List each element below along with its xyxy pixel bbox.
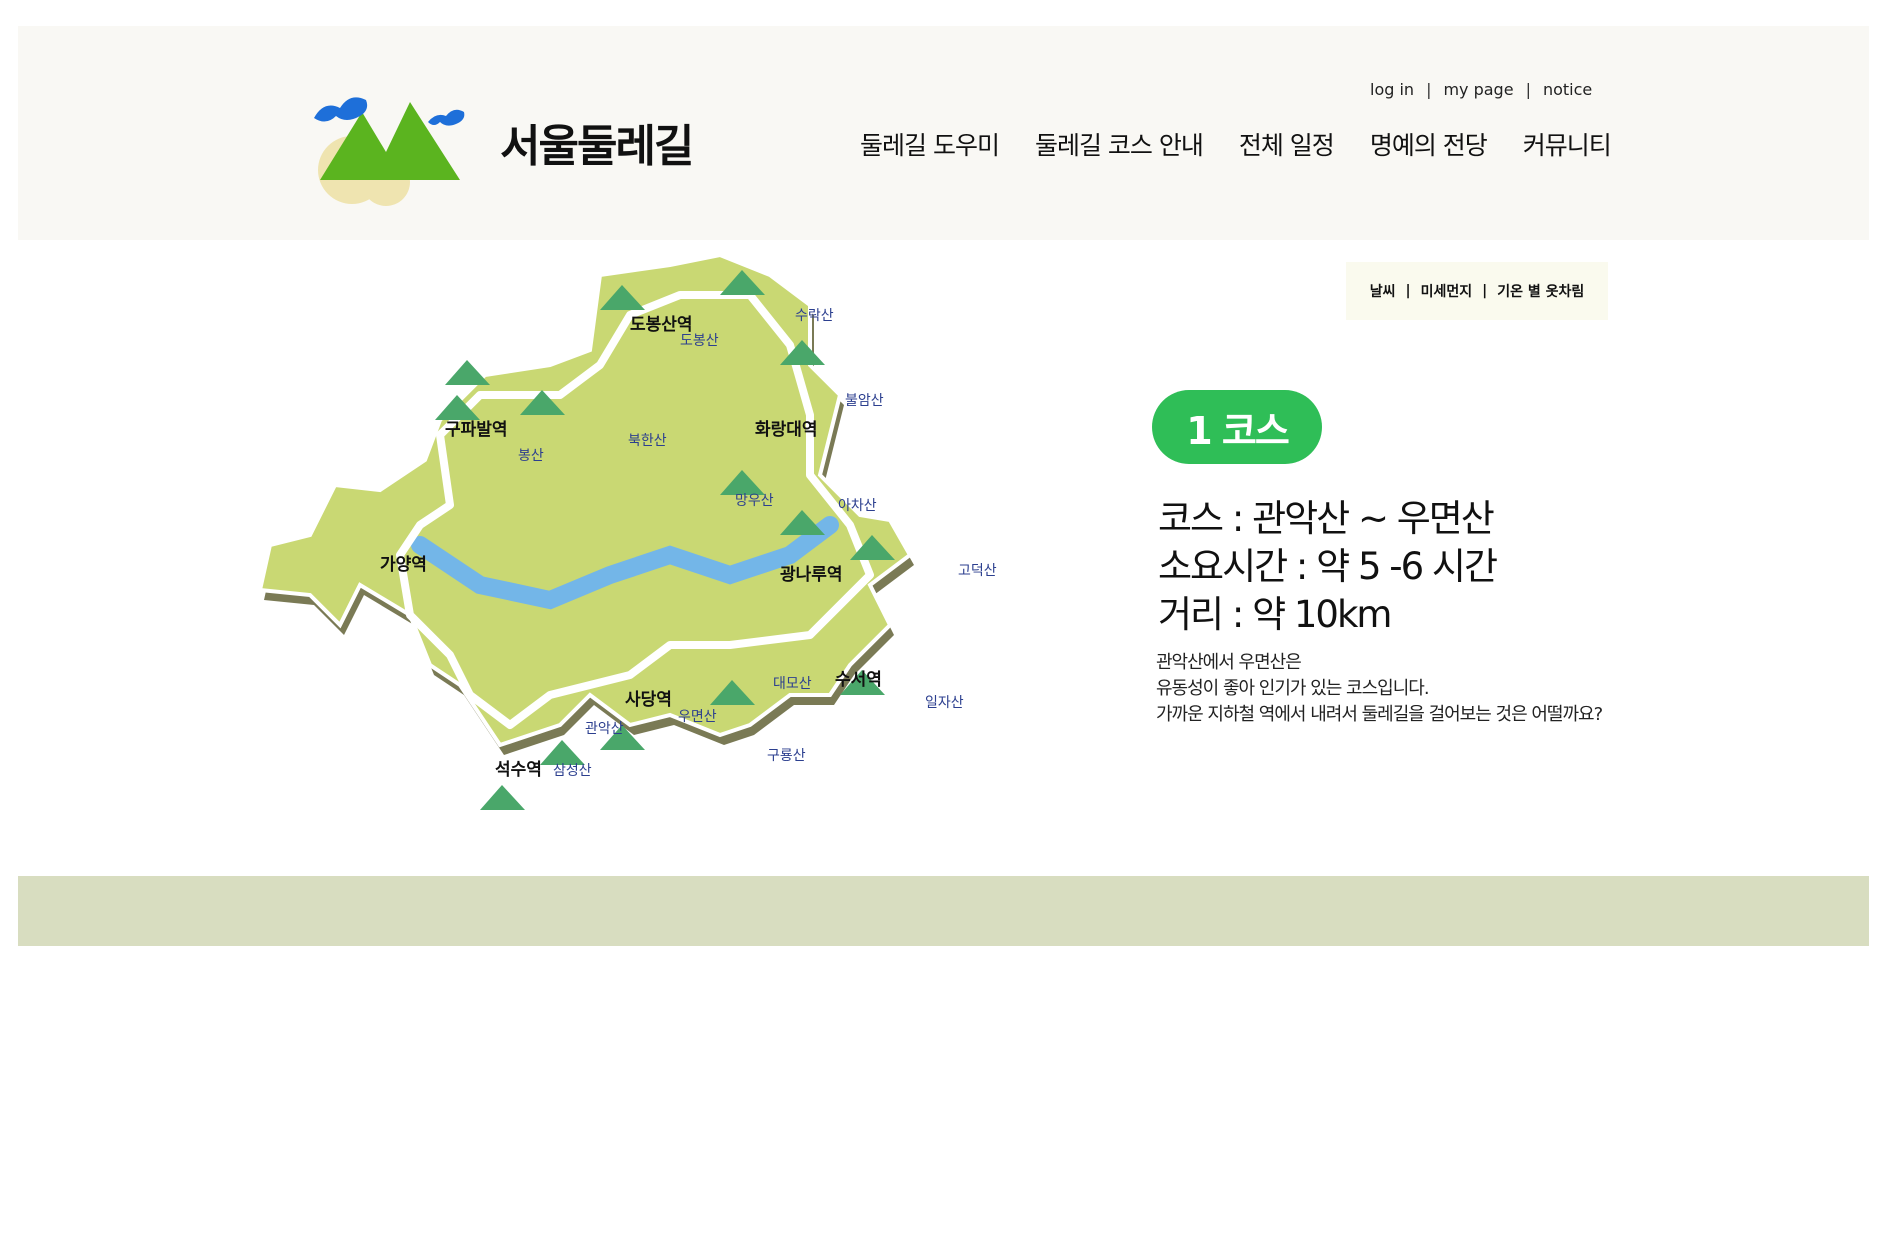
weather-bar: 날씨 | 미세먼지 | 기온 별 옷차림 <box>1346 262 1608 320</box>
notice-link[interactable]: notice <box>1543 80 1592 99</box>
separator: | <box>1482 283 1488 299</box>
desc-line: 가까운 지하철 역에서 내려서 둘레길을 걸어보는 것은 어떨까요? <box>1156 704 1603 725</box>
map-mountain-label: 수락산 <box>795 308 834 324</box>
nav-schedule[interactable]: 전체 일정 <box>1239 126 1335 162</box>
footer-band <box>18 876 1869 946</box>
course-info: 코스 : 관악산 ~ 우면산 소요시간 : 약 5 -6 시간 거리 : 약 1… <box>1158 495 1498 639</box>
map-station-label: 광나루역 <box>780 565 843 585</box>
site-title[interactable]: 서울둘레길 <box>500 110 694 174</box>
desc-line: 관악산에서 우면산은 <box>1156 652 1302 673</box>
separator: | <box>1405 283 1411 299</box>
nav-hall-of-fame[interactable]: 명예의 전당 <box>1370 126 1488 162</box>
util-links: log in | my page | notice <box>1370 80 1592 99</box>
map-mountain-label: 대모산 <box>773 676 812 692</box>
desc-line: 유동성이 좋아 인기가 있는 코스입니다. <box>1156 678 1430 699</box>
course-description: 관악산에서 우면산은 유동성이 좋아 인기가 있는 코스입니다. 가까운 지하철… <box>1156 650 1603 728</box>
map-mountain-label: 봉산 <box>518 448 544 464</box>
map-station-label: 도봉산역 <box>630 315 693 335</box>
course-distance: 거리 : 약 10km <box>1158 593 1392 636</box>
map-mountain-label: 관악산 <box>585 721 624 737</box>
nav-community[interactable]: 커뮤니티 <box>1523 126 1612 162</box>
separator: | <box>1426 80 1432 99</box>
site-logo[interactable] <box>312 82 472 206</box>
map-station-label: 화랑대역 <box>755 420 818 440</box>
map-mountain-label: 고덕산 <box>958 563 997 579</box>
map-station-label: 수서역 <box>835 670 882 690</box>
course-duration: 소요시간 : 약 5 -6 시간 <box>1158 545 1498 588</box>
outfit-link[interactable]: 기온 별 옷차림 <box>1497 281 1584 301</box>
main-nav: 둘레길 도우미 둘레길 코스 안내 전체 일정 명예의 전당 커뮤니티 <box>860 126 1612 162</box>
map-station-label: 구파발역 <box>445 420 508 440</box>
map-mountain-label: 아차산 <box>838 498 877 514</box>
map-station-label: 석수역 <box>495 760 542 780</box>
nav-course-guide[interactable]: 둘레길 코스 안내 <box>1035 126 1204 162</box>
map-mountain-label: 삼성산 <box>553 763 592 779</box>
mypage-link[interactable]: my page <box>1443 80 1513 99</box>
fine-dust-link[interactable]: 미세먼지 <box>1421 281 1473 301</box>
map-station-label: 사당역 <box>625 690 672 710</box>
map-mountain-label: 북한산 <box>628 433 667 449</box>
map-mountain-label: 일자산 <box>925 695 964 711</box>
map-station-label: 가양역 <box>380 555 427 575</box>
seoul-trail-map[interactable]: 도봉산역 구파발역 화랑대역 가양역 광나루역 사당역 수서역 석수역 수락산 … <box>250 255 1030 855</box>
map-mountain-label: 도봉산 <box>680 333 719 349</box>
weather-link[interactable]: 날씨 <box>1370 281 1396 301</box>
map-mountain-label: 불암산 <box>845 393 884 409</box>
nav-helper[interactable]: 둘레길 도우미 <box>860 126 1000 162</box>
course-badge[interactable]: 1 코스 <box>1152 390 1322 464</box>
map-mountain-label: 구룡산 <box>767 748 806 764</box>
separator: | <box>1525 80 1531 99</box>
login-link[interactable]: log in <box>1370 80 1414 99</box>
course-route: 코스 : 관악산 ~ 우면산 <box>1158 497 1495 540</box>
map-mountain-label: 망우산 <box>735 493 774 509</box>
map-mountain-label: 우면산 <box>678 709 717 725</box>
